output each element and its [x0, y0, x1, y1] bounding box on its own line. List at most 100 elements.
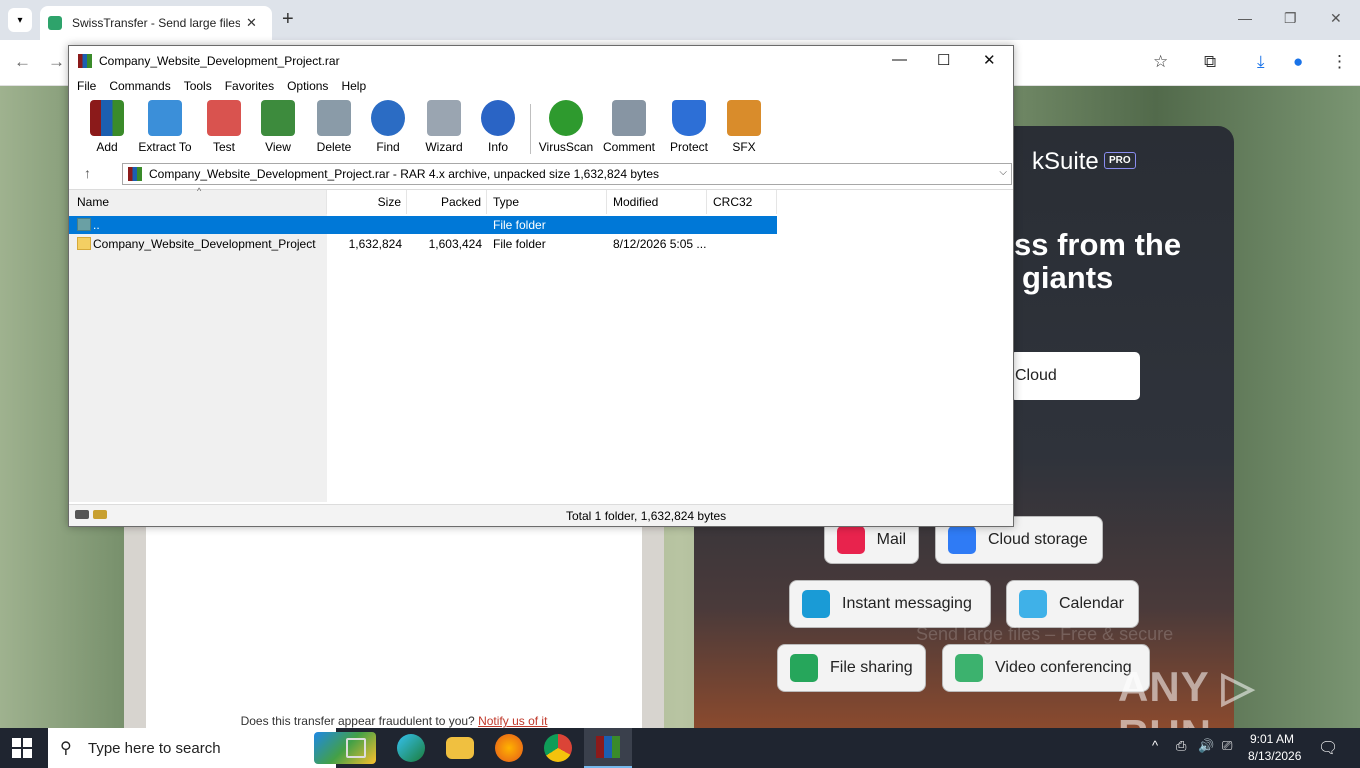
- volume-icon[interactable]: 🔊: [1198, 738, 1214, 754]
- toolbar-view-button[interactable]: View: [246, 100, 310, 154]
- toolbar-label: Test: [212, 140, 235, 154]
- clock-date[interactable]: 8/13/2026: [1248, 749, 1301, 763]
- find-icon: [371, 100, 405, 136]
- bookmark-star-icon[interactable]: ☆: [1153, 52, 1168, 72]
- menu-favorites[interactable]: Favorites: [225, 76, 274, 96]
- chip-label: Mail: [876, 531, 906, 548]
- toolbar-extract-to-button[interactable]: Extract To: [133, 100, 197, 154]
- network-icon[interactable]: ⎚: [1222, 738, 1232, 754]
- toolbar-label: Info: [487, 140, 508, 154]
- meet-now-icon[interactable]: ⎙: [1176, 738, 1186, 754]
- delete-icon: [317, 100, 351, 136]
- notify-us-link[interactable]: Notify us of it: [478, 714, 547, 728]
- column-label: Size: [377, 195, 401, 209]
- toolbar-label: Comment: [602, 140, 655, 154]
- browser-close-button[interactable]: ✕: [1330, 10, 1342, 27]
- background-tagline: Send large files – Free & secure: [916, 624, 1174, 644]
- tray-overflow-icon[interactable]: ^: [1152, 738, 1158, 753]
- forward-arrow-icon[interactable]: →: [48, 52, 65, 72]
- virus-scan-icon: [549, 100, 583, 136]
- column-header-type[interactable]: Type: [487, 190, 607, 214]
- winrar-taskbar-button[interactable]: [584, 728, 632, 768]
- chrome-icon[interactable]: [544, 734, 572, 762]
- downloads-icon[interactable]: ⤓: [1257, 52, 1265, 72]
- mail-icon: [837, 526, 865, 554]
- toolbar-label: Protect: [669, 140, 708, 154]
- toolbar-virusscan-button[interactable]: VirusScan: [534, 100, 598, 154]
- tab-search-button[interactable]: ▾: [8, 8, 32, 32]
- cloud-storage-icon: [948, 526, 976, 554]
- up-one-level-icon[interactable]: ↑: [84, 165, 91, 181]
- chip-calendar[interactable]: Calendar: [1006, 580, 1139, 628]
- column-header-name[interactable]: ^ Name: [69, 186, 327, 214]
- search-placeholder: Type here to search: [88, 740, 221, 757]
- browser-restore-button[interactable]: ❐: [1284, 10, 1297, 27]
- toolbar-comment-button[interactable]: Comment: [597, 100, 661, 154]
- column-label: Modified: [613, 195, 659, 209]
- sfx-icon: [727, 100, 761, 136]
- file-explorer-icon[interactable]: [446, 737, 474, 759]
- winrar-app-icon: [78, 54, 92, 68]
- toolbar-find-button[interactable]: Find: [356, 100, 420, 154]
- clock-time[interactable]: 9:01 AM: [1250, 732, 1294, 746]
- tab-close-icon[interactable]: ✕: [246, 15, 257, 31]
- row-name: Company_Website_Development_Project: [93, 237, 316, 251]
- toolbar-separator: [530, 104, 531, 154]
- cloud-button[interactable]: Cloud: [1010, 352, 1140, 400]
- task-view-icon[interactable]: [346, 738, 366, 758]
- toolbar-label: VirusScan: [538, 140, 594, 154]
- edge-icon[interactable]: [397, 734, 425, 762]
- file-row-project-folder[interactable]: Company_Website_Development_Project 1,63…: [69, 235, 777, 253]
- chevron-down-icon[interactable]: ⌵: [999, 167, 1007, 178]
- menu-options[interactable]: Options: [287, 76, 328, 96]
- sort-ascending-icon: ^: [197, 186, 202, 196]
- column-header-modified[interactable]: Modified: [607, 190, 707, 214]
- column-header-size[interactable]: Size: [327, 190, 407, 214]
- search-highlight-image: [314, 732, 376, 764]
- browser-minimize-button[interactable]: —: [1238, 10, 1252, 26]
- new-tab-button[interactable]: +: [282, 8, 294, 31]
- view-icon: [261, 100, 295, 136]
- column-label: Packed: [440, 195, 481, 209]
- column-header-crc32[interactable]: CRC32: [707, 190, 777, 214]
- menu-file[interactable]: File: [77, 76, 96, 96]
- firefox-icon[interactable]: [495, 734, 523, 762]
- key-icon[interactable]: [93, 510, 107, 519]
- video-conferencing-icon: [955, 654, 983, 682]
- browser-menu-icon[interactable]: ⋮: [1331, 52, 1348, 72]
- toolbar-info-button[interactable]: Info: [466, 100, 530, 154]
- toolbar-label: Wizard: [425, 140, 463, 154]
- column-label: Name: [77, 195, 110, 209]
- back-arrow-icon[interactable]: ←: [14, 52, 31, 72]
- winrar-maximize-button[interactable]: ☐: [937, 51, 950, 69]
- row-size: 1,632,824: [348, 237, 402, 251]
- winrar-minimize-button[interactable]: —: [892, 51, 907, 68]
- menu-commands[interactable]: Commands: [109, 76, 170, 96]
- column-header-packed[interactable]: Packed: [407, 190, 487, 214]
- menu-tools[interactable]: Tools: [184, 76, 212, 96]
- winrar-titlebar: Company_Website_Development_Project.rar …: [69, 46, 1013, 76]
- toolbar-label: Delete: [316, 140, 352, 154]
- chip-file-sharing[interactable]: File sharing: [777, 644, 926, 692]
- windows-taskbar: ⚲ Type here to search ^ ⎙ 🔊 ⎚ 9:01 AM 8/…: [0, 728, 1360, 768]
- toolbar-sfx-button[interactable]: SFX: [712, 100, 776, 154]
- archive-path-dropdown[interactable]: Company_Website_Development_Project.rar …: [122, 163, 1012, 185]
- profile-avatar-icon[interactable]: ●: [1293, 52, 1303, 72]
- browser-tab-swisstransfer[interactable]: SwissTransfer - Send large files ✕: [40, 6, 272, 40]
- fraud-report-text: Does this transfer appear fraudulent to …: [146, 714, 642, 728]
- taskbar-search-box[interactable]: ⚲ Type here to search: [48, 728, 376, 768]
- file-row-parent[interactable]: .. File folder: [69, 216, 777, 234]
- winrar-close-button[interactable]: ✕: [983, 51, 996, 69]
- winrar-title: Company_Website_Development_Project.rar: [99, 54, 340, 68]
- winrar-icon: [596, 736, 620, 758]
- chip-instant-messaging[interactable]: Instant messaging: [789, 580, 991, 628]
- windows-start-icon[interactable]: [12, 738, 32, 758]
- rar-archive-icon: [128, 167, 142, 181]
- notifications-icon[interactable]: 🗨: [1318, 738, 1338, 758]
- menu-help[interactable]: Help: [341, 76, 366, 96]
- winrar-toolbar: Add Extract To Test View Delete Find Wiz…: [69, 98, 1013, 156]
- extensions-icon[interactable]: ⧉: [1204, 52, 1216, 72]
- calendar-icon: [1019, 590, 1047, 618]
- chip-label: Instant messaging: [842, 595, 972, 612]
- toolbar-add-button[interactable]: Add: [75, 100, 139, 154]
